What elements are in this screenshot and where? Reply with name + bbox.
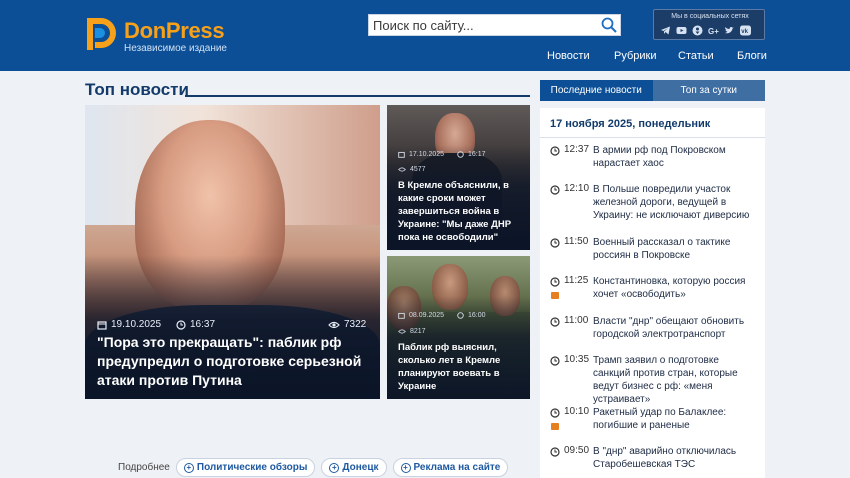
calendar-icon xyxy=(398,312,405,319)
news-time: 12:37 xyxy=(564,144,590,155)
section-title: Топ новости xyxy=(85,80,189,99)
card-title[interactable]: Паблик рф выяснил, сколько лет в Кремле … xyxy=(398,341,524,393)
nav-news[interactable]: Новости xyxy=(547,50,590,62)
sidebar-tabs: Последние новости Топ за сутки xyxy=(540,80,765,101)
svg-text:vk: vk xyxy=(741,29,748,35)
tab-top-of-day[interactable]: Топ за сутки xyxy=(652,80,765,101)
clock-icon xyxy=(550,238,560,248)
news-headline[interactable]: В "днр" аварийно отключилась Старобешевс… xyxy=(593,445,753,471)
eye-icon xyxy=(398,329,406,334)
card-views: 7322 xyxy=(344,319,367,330)
news-time: 12:10 xyxy=(564,183,590,194)
clock-icon xyxy=(550,447,560,457)
latest-news-panel: 17 ноября 2025, понедельник 12:37 В армии… xyxy=(540,108,765,478)
news-headline[interactable]: В Польше повредили участок железной доро… xyxy=(593,183,753,222)
clock-icon xyxy=(457,151,464,158)
clock-icon xyxy=(550,408,560,418)
card-title[interactable]: "Пора это прекращать": паблик рф предупр… xyxy=(97,333,372,390)
tag-political-reviews[interactable]: + Политические обзоры xyxy=(175,458,316,477)
plus-icon: + xyxy=(183,462,194,473)
clock-icon xyxy=(457,312,464,319)
section-divider xyxy=(185,95,530,97)
clock-icon xyxy=(550,277,560,287)
brand-name[interactable]: DonPress xyxy=(124,18,225,44)
youtube-icon[interactable] xyxy=(676,23,687,34)
news-time: 11:50 xyxy=(564,236,589,247)
news-time: 11:00 xyxy=(564,315,589,326)
social-networks-box: Мы в социальных сетях G+ vk xyxy=(653,9,765,40)
news-headline[interactable]: Трамп заявил о подготовке санкций против… xyxy=(593,354,753,406)
card-views: 8217 xyxy=(410,328,426,335)
social-title: Мы в социальных сетях xyxy=(671,13,749,20)
tags-row: Подробнее + Политические обзоры + Донецк +… xyxy=(118,458,509,477)
news-headline[interactable]: Власти "днр" обещают обновить городской … xyxy=(593,315,753,341)
calendar-icon xyxy=(97,320,107,330)
google-plus-icon[interactable]: G+ xyxy=(708,23,719,36)
eye-icon xyxy=(328,321,340,328)
news-time: 10:35 xyxy=(564,354,590,365)
card-views: 4577 xyxy=(410,166,426,173)
camera-icon xyxy=(551,292,559,299)
sidebar-date: 17 ноября 2025, понедельник xyxy=(550,118,711,130)
card-time: 16:00 xyxy=(468,312,486,319)
news-time: 10:10 xyxy=(564,406,590,417)
news-headline[interactable]: Константиновка, которую россия хочет «ос… xyxy=(593,275,753,301)
news-headline[interactable]: В армии рф под Покровском нарастает хаос xyxy=(593,144,753,170)
nav-rubrics[interactable]: Рубрики xyxy=(614,50,656,62)
nav-blogs[interactable]: Блоги xyxy=(737,50,767,62)
card-date: 17.10.2025 xyxy=(409,151,445,158)
site-header: DonPress Независимое издание Мы в социал… xyxy=(0,0,850,71)
tag-advertising[interactable]: + Реклама на сайте xyxy=(392,458,509,477)
top-news-card-2[interactable]: 17.10.2025 16:17 4577 В Кремле объяснили… xyxy=(387,105,530,250)
odnoklassniki-icon[interactable] xyxy=(692,23,703,36)
top-news-card-3[interactable]: 08.09.2025 16:00 8217 Паблик рф выяснил,… xyxy=(387,256,530,399)
news-headline[interactable]: Военный рассказал о тактике россиян в По… xyxy=(593,236,753,262)
clock-icon xyxy=(550,317,560,327)
twitter-icon[interactable] xyxy=(724,23,735,34)
donpress-logo[interactable] xyxy=(85,16,117,52)
card-title[interactable]: В Кремле объяснили, в какие сроки может … xyxy=(398,179,524,244)
camera-icon xyxy=(551,423,559,430)
clock-icon xyxy=(176,319,186,330)
top-news-card-main[interactable]: 19.10.2025 16:37 7322 "Пора это прекраща… xyxy=(85,105,380,399)
plus-icon: + xyxy=(329,462,340,473)
clock-icon xyxy=(550,185,560,195)
tags-label: Подробнее xyxy=(118,462,170,473)
plus-icon: + xyxy=(400,462,411,473)
eye-icon xyxy=(398,167,406,172)
search-icon[interactable] xyxy=(600,16,618,34)
tag-donetsk[interactable]: + Донецк xyxy=(321,458,387,477)
nav-articles[interactable]: Статьи xyxy=(678,50,714,62)
clock-icon xyxy=(550,356,560,366)
card-date: 08.09.2025 xyxy=(409,312,445,319)
news-time: 09:50 xyxy=(564,445,590,456)
news-headline[interactable]: Ракетный удар по Балаклее: погибшие и ра… xyxy=(593,406,753,432)
card-time: 16:17 xyxy=(468,151,486,158)
clock-icon xyxy=(550,146,560,156)
search-box xyxy=(368,14,621,36)
card-time: 16:37 xyxy=(190,319,216,330)
svg-text:G+: G+ xyxy=(708,27,719,36)
vk-icon[interactable]: vk xyxy=(740,23,751,36)
calendar-icon xyxy=(398,151,405,158)
tab-latest-news[interactable]: Последние новости xyxy=(540,80,653,101)
brand-tagline: Независимое издание xyxy=(124,43,227,54)
news-time: 11:25 xyxy=(564,275,589,286)
card-date: 19.10.2025 xyxy=(111,319,162,330)
telegram-icon[interactable] xyxy=(660,23,671,35)
search-input[interactable] xyxy=(373,16,593,34)
